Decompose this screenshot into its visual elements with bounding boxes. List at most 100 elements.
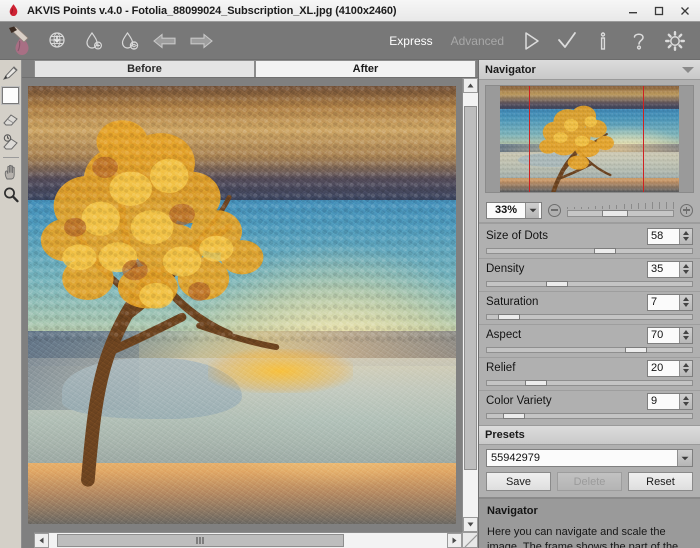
relief-slider[interactable] xyxy=(486,379,693,387)
parameter-value: 20 xyxy=(651,362,664,374)
presets-title: Presets xyxy=(485,429,525,441)
quick-export-brush-tool[interactable] xyxy=(1,62,21,84)
undo-button[interactable] xyxy=(148,24,182,58)
triangle-up-icon xyxy=(683,330,689,334)
triangle-down-icon xyxy=(683,336,689,340)
zoom-out-button[interactable] xyxy=(548,203,561,217)
spinner-buttons[interactable] xyxy=(679,360,692,376)
apply-button[interactable] xyxy=(550,24,584,58)
mode-express-button[interactable]: Express xyxy=(381,34,440,48)
preset-combobox[interactable]: 55942979 xyxy=(486,449,693,467)
saturation-spinner[interactable]: 7 xyxy=(647,293,693,311)
horizontal-scroll-thumb[interactable] xyxy=(56,534,344,547)
density-spinner[interactable]: 35 xyxy=(647,260,693,278)
saturation-slider[interactable] xyxy=(486,313,693,321)
slider-track[interactable] xyxy=(486,380,693,386)
hand-tool[interactable] xyxy=(1,161,21,183)
navigator-frame-left-edge[interactable] xyxy=(529,86,531,192)
slider-track[interactable] xyxy=(486,281,693,287)
history-brush-tool[interactable] xyxy=(1,131,21,153)
scroll-up-button[interactable] xyxy=(463,78,478,93)
color-variety-spinner[interactable]: 9 xyxy=(647,392,693,410)
spinner-buttons[interactable] xyxy=(679,327,692,343)
application-window: AKVIS Points v.4.0 - Fotolia_88099024_Su… xyxy=(0,0,700,548)
spinner-buttons[interactable] xyxy=(679,261,692,277)
horizontal-scroll-track[interactable] xyxy=(49,533,447,548)
aspect-slider[interactable] xyxy=(486,346,693,354)
chevron-down-icon[interactable] xyxy=(682,66,694,73)
relief-spinner[interactable]: 20 xyxy=(647,359,693,377)
scroll-left-button[interactable] xyxy=(34,533,49,548)
slider-thumb[interactable] xyxy=(624,347,647,353)
tools-divider xyxy=(2,157,19,158)
navigator-section-header[interactable]: Navigator xyxy=(479,60,700,80)
triangle-down-icon xyxy=(683,369,689,373)
presets-section-header: Presets xyxy=(479,425,700,445)
tab-before[interactable]: Before xyxy=(34,60,255,77)
slider-thumb[interactable] xyxy=(498,314,521,320)
zoom-slider-thumb[interactable] xyxy=(602,210,629,217)
info-button[interactable] xyxy=(586,24,620,58)
size-of-dots-slider[interactable] xyxy=(486,247,693,255)
parameter-density: Density 35 xyxy=(479,259,700,288)
parameter-value: 58 xyxy=(651,230,664,242)
mode-advanced-button[interactable]: Advanced xyxy=(443,34,512,48)
image-canvas[interactable] xyxy=(22,78,462,532)
open-from-web-button[interactable] xyxy=(40,24,74,58)
reset-preset-button[interactable]: Reset xyxy=(628,472,693,491)
run-button[interactable] xyxy=(514,24,548,58)
slider-track[interactable] xyxy=(486,347,693,353)
tab-after[interactable]: After xyxy=(255,60,476,77)
triangle-up-icon xyxy=(683,231,689,235)
zoom-in-button[interactable] xyxy=(680,203,693,217)
navigator-thumbnail-container[interactable] xyxy=(479,80,700,198)
vertical-scroll-thumb[interactable] xyxy=(464,105,477,471)
vertical-scroll-track[interactable] xyxy=(463,93,478,517)
open-image-button[interactable] xyxy=(76,24,110,58)
zoom-value: 33% xyxy=(494,204,518,216)
window-resize-grip[interactable] xyxy=(462,532,478,548)
navigator-title: Navigator xyxy=(485,63,536,76)
size-of-dots-spinner[interactable]: 58 xyxy=(647,227,693,245)
maximize-button[interactable] xyxy=(646,1,672,21)
triangle-up-icon xyxy=(683,363,689,367)
zoom-combobox[interactable]: 33% xyxy=(486,201,542,219)
chevron-down-icon[interactable] xyxy=(525,202,539,218)
save-preset-button[interactable]: Save xyxy=(486,472,551,491)
slider-thumb[interactable] xyxy=(525,380,548,386)
canvas-vertical-scrollbar[interactable] xyxy=(462,78,478,532)
aspect-spinner[interactable]: 70 xyxy=(647,326,693,344)
minimize-button[interactable] xyxy=(620,1,646,21)
color-variety-slider[interactable] xyxy=(486,412,693,420)
slider-thumb[interactable] xyxy=(593,248,616,254)
navigator-thumbnail[interactable] xyxy=(485,85,694,193)
triangle-down-icon xyxy=(683,303,689,307)
slider-track[interactable] xyxy=(486,248,693,254)
scroll-down-button[interactable] xyxy=(463,517,478,532)
chevron-down-icon[interactable] xyxy=(677,450,692,466)
zoom-slider[interactable] xyxy=(567,202,674,218)
canvas-wrapper xyxy=(22,77,478,532)
title-bar: AKVIS Points v.4.0 - Fotolia_88099024_Su… xyxy=(0,0,700,22)
color-swatch[interactable] xyxy=(1,86,20,105)
slider-thumb[interactable] xyxy=(546,281,569,287)
canvas-horizontal-scrollbar[interactable] xyxy=(34,532,462,548)
close-button[interactable] xyxy=(672,1,698,21)
scroll-right-button[interactable] xyxy=(447,533,462,548)
spinner-buttons[interactable] xyxy=(679,228,692,244)
save-image-button[interactable] xyxy=(112,24,146,58)
parameter-value: 70 xyxy=(651,329,664,341)
parameter-label: Saturation xyxy=(486,296,539,308)
eraser-tool[interactable] xyxy=(1,108,21,130)
spinner-buttons[interactable] xyxy=(679,294,692,310)
zoom-tool[interactable] xyxy=(1,184,21,206)
triangle-up-icon xyxy=(683,297,689,301)
density-slider[interactable] xyxy=(486,280,693,288)
help-button[interactable] xyxy=(622,24,656,58)
brush-droplet-logo-icon xyxy=(4,24,38,58)
slider-thumb[interactable] xyxy=(502,413,525,419)
spinner-buttons[interactable] xyxy=(679,393,692,409)
preferences-button[interactable] xyxy=(658,24,692,58)
navigator-frame-right-edge[interactable] xyxy=(643,86,645,192)
redo-button[interactable] xyxy=(184,24,218,58)
